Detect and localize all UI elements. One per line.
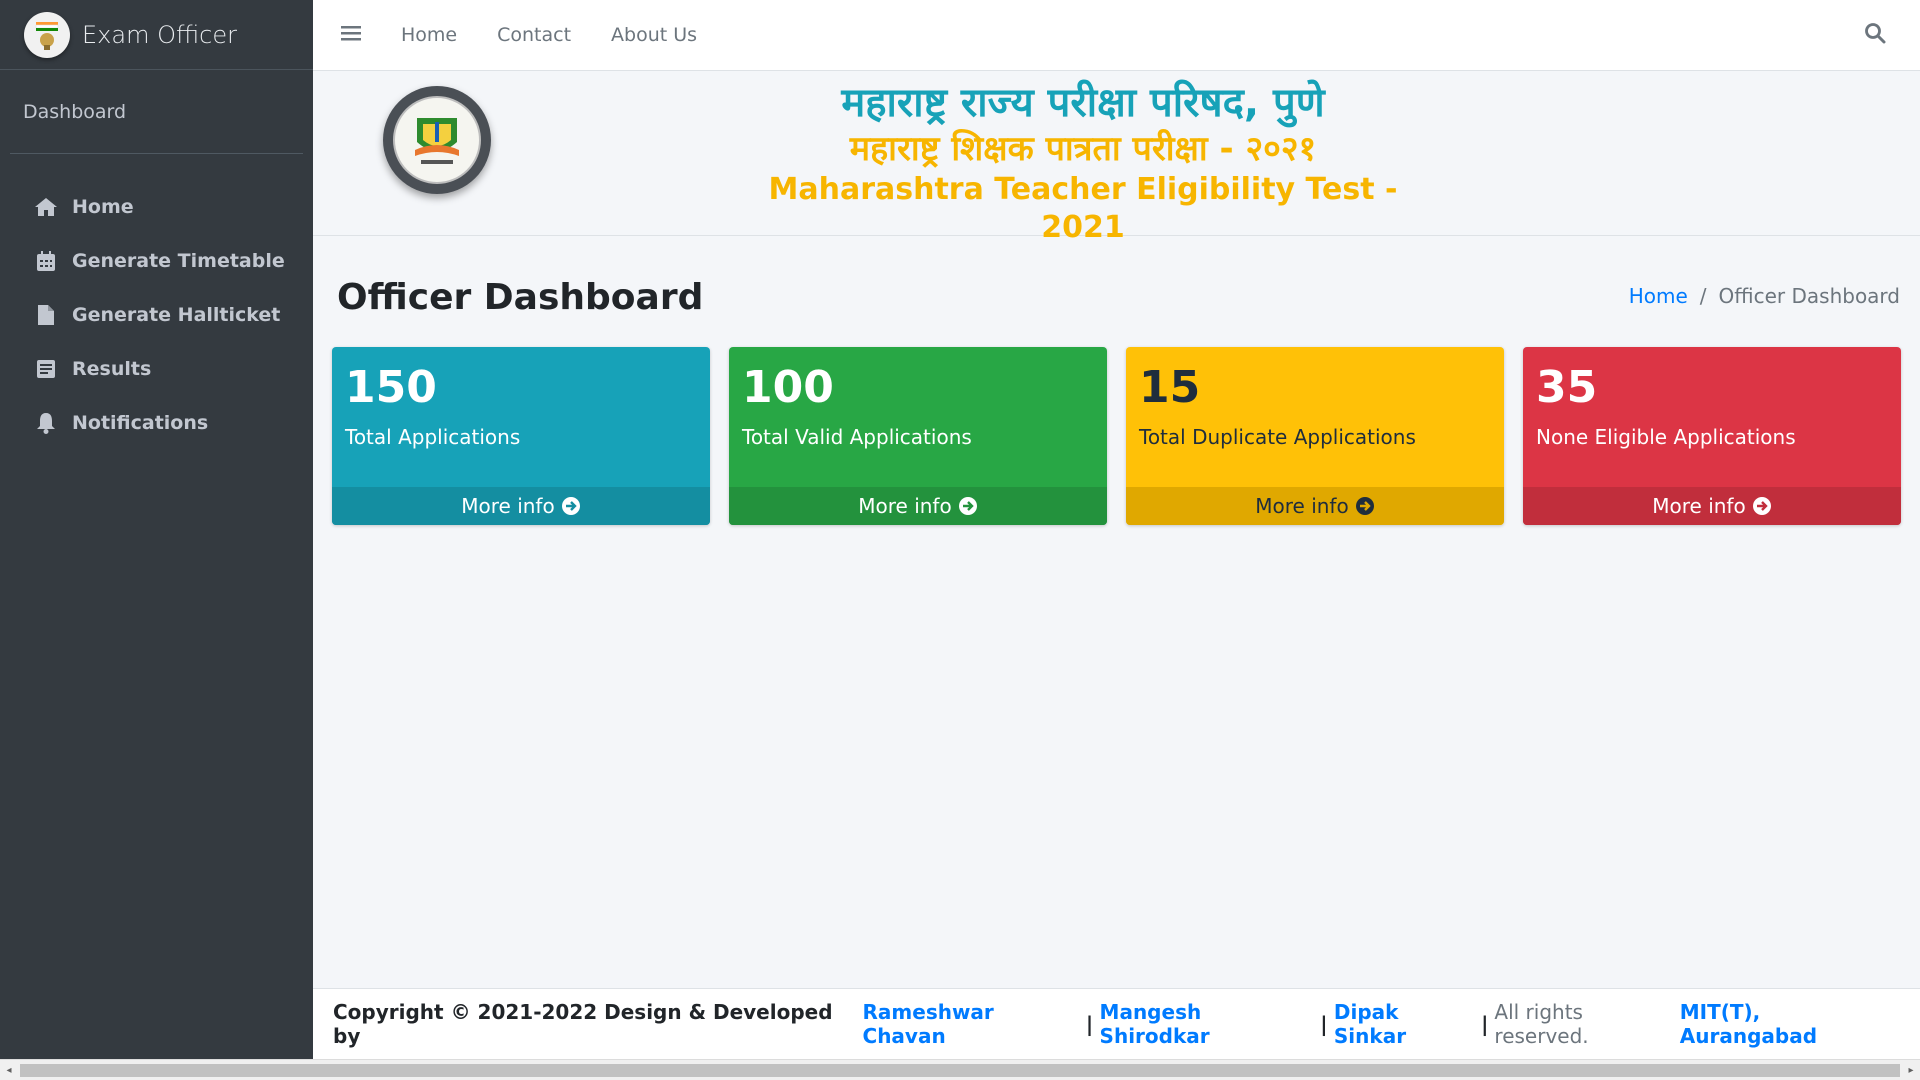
header-banner: महाराष्ट्र राज्य परीक्षा परिषद, पुणे महा…: [313, 71, 1920, 245]
more-info-link[interactable]: More info: [729, 487, 1107, 525]
breadcrumb-current: Officer Dashboard: [1718, 284, 1900, 308]
stat-label: Total Duplicate Applications: [1139, 425, 1416, 449]
calendar-icon: [34, 249, 58, 273]
brand-logo-icon: [24, 11, 70, 58]
more-info-link[interactable]: More info: [1126, 487, 1504, 525]
arrow-circle-right-icon: [958, 496, 978, 516]
page-title: Officer Dashboard: [337, 277, 704, 318]
institute-link[interactable]: MIT(T), Aurangabad: [1680, 1000, 1900, 1048]
stat-box-none-eligible-applications: 35 None Eligible Applications More info: [1523, 347, 1901, 525]
more-info-label: More info: [461, 494, 555, 518]
search-icon: [1864, 23, 1886, 48]
nav-link-about-us[interactable]: About Us: [611, 24, 697, 46]
stat-label: Total Valid Applications: [742, 425, 972, 449]
brand-title: Exam Officer: [82, 20, 238, 49]
sidebar-item-label: Generate Hallticket: [72, 304, 281, 326]
board-seal-logo: [383, 86, 491, 194]
sidebar-item-label: Results: [72, 358, 152, 380]
board-name-marathi: महाराष्ट्र राज्य परीक्षा परिषद, पुणे: [841, 80, 1325, 126]
stat-value: 100: [742, 362, 834, 413]
footer-separator: |: [1085, 1012, 1094, 1036]
more-info-link[interactable]: More info: [1523, 487, 1901, 525]
banner-titles: महाराष्ट्र राज्य परीक्षा परिषद, पुणे महा…: [743, 79, 1423, 247]
page-footer: Copyright © 2021-2022 Design & Developed…: [313, 988, 1920, 1059]
sidebar: Exam Officer Dashboard Home Generate Tim…: [0, 0, 313, 1059]
menu-toggle-button[interactable]: [321, 0, 381, 71]
file-icon: [34, 303, 58, 327]
sidebar-item-generate-hallticket[interactable]: Generate Hallticket: [0, 288, 313, 342]
nav-link-home[interactable]: Home: [401, 24, 457, 46]
horizontal-scrollbar[interactable]: ◂ ▸: [0, 1059, 1920, 1080]
more-info-label: More info: [1255, 494, 1349, 518]
sidebar-item-results[interactable]: Results: [0, 342, 313, 396]
list-icon: [34, 357, 58, 381]
sidebar-item-home[interactable]: Home: [0, 180, 313, 234]
stat-boxes: 150 Total Applications More info 100 Tot…: [332, 347, 1901, 525]
footer-separator: |: [1320, 1012, 1328, 1036]
bell-icon: [34, 411, 58, 435]
user-panel[interactable]: Dashboard: [10, 70, 303, 154]
footer-separator: |: [1481, 1012, 1489, 1036]
nav-link-contact[interactable]: Contact: [497, 24, 571, 46]
more-info-link[interactable]: More info: [332, 487, 710, 525]
hamburger-icon: [341, 25, 361, 45]
sidebar-item-notifications[interactable]: Notifications: [0, 396, 313, 450]
stat-box-total-valid-applications: 100 Total Valid Applications More info: [729, 347, 1107, 525]
stat-box-total-duplicate-applications: 15 Total Duplicate Applications More inf…: [1126, 347, 1504, 525]
breadcrumb-home-link[interactable]: Home: [1629, 284, 1688, 308]
stat-label: None Eligible Applications: [1536, 425, 1796, 449]
scroll-right-icon[interactable]: ▸: [1905, 1064, 1917, 1077]
breadcrumb-separator: /: [1699, 284, 1707, 308]
stat-value: 35: [1536, 362, 1598, 413]
sidebar-item-label: Generate Timetable: [72, 250, 285, 272]
top-navbar: Home Contact About Us: [313, 0, 1920, 71]
stat-label: Total Applications: [345, 425, 521, 449]
author-link-2[interactable]: Mangesh Shirodkar: [1100, 1000, 1314, 1048]
dashboard-label: Dashboard: [23, 100, 127, 123]
author-link-1[interactable]: Rameshwar Chavan: [863, 1000, 1080, 1048]
stat-box-total-applications: 150 Total Applications More info: [332, 347, 710, 525]
scroll-left-icon[interactable]: ◂: [3, 1064, 15, 1077]
rights-text: All rights reserved.: [1494, 1000, 1589, 1048]
breadcrumb: Home / Officer Dashboard: [1629, 284, 1900, 308]
arrow-circle-right-icon: [1355, 496, 1375, 516]
search-button[interactable]: [1864, 22, 1892, 50]
scrollbar-thumb[interactable]: [20, 1064, 1900, 1077]
more-info-label: More info: [858, 494, 952, 518]
arrow-circle-right-icon: [561, 496, 581, 516]
more-info-label: More info: [1652, 494, 1746, 518]
stat-value: 150: [345, 362, 437, 413]
brand-link[interactable]: Exam Officer: [0, 0, 313, 70]
copyright-text: Copyright © 2021-2022 Design & Developed…: [333, 1000, 833, 1048]
stat-value: 15: [1139, 362, 1201, 413]
home-icon: [34, 195, 58, 219]
sidebar-item-generate-timetable[interactable]: Generate Timetable: [0, 234, 313, 288]
sidebar-item-label: Notifications: [72, 412, 209, 434]
seal-emblem-icon: [393, 96, 481, 184]
sidebar-item-label: Home: [72, 196, 134, 218]
arrow-circle-right-icon: [1752, 496, 1772, 516]
author-link-3[interactable]: Dipak Sinkar: [1334, 1000, 1475, 1048]
exam-name-marathi: महाराष्ट्र शिक्षक पात्रता परीक्षा - २०२१: [849, 129, 1317, 169]
exam-name-english: Maharashtra Teacher Eligibility Test - 2…: [768, 172, 1398, 245]
sidebar-nav: Home Generate Timetable Generate Halltic…: [0, 154, 313, 450]
